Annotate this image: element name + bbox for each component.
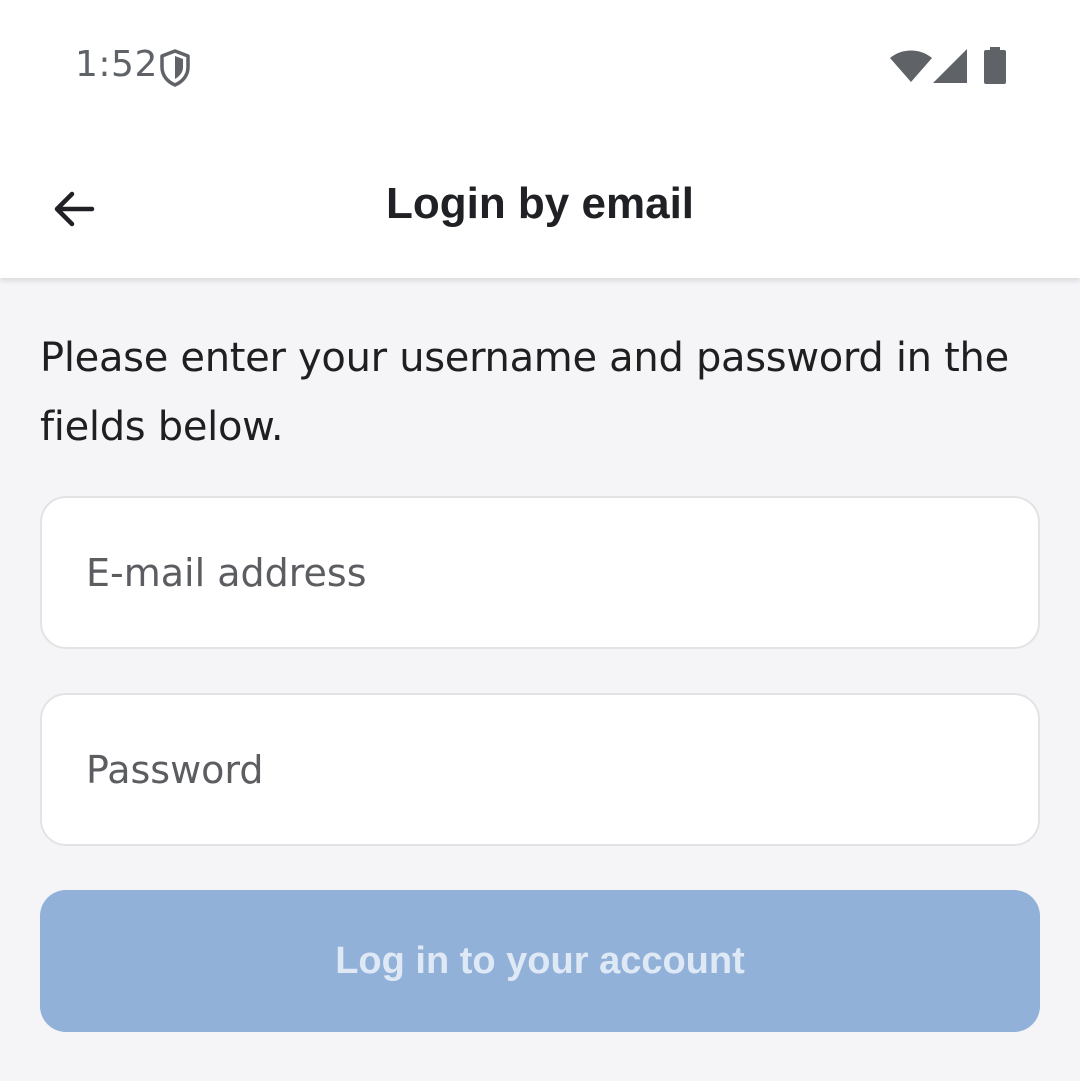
email-field[interactable]: [84, 549, 988, 596]
email-field-container[interactable]: [40, 496, 1040, 649]
login-form: Please enter your username and password …: [40, 278, 1040, 1032]
app-bar: Login by email: [0, 135, 1080, 278]
password-field[interactable]: [84, 746, 988, 793]
page-title: Login by email: [385, 179, 695, 228]
login-button[interactable]: Log in to your account: [40, 890, 1040, 1032]
status-time: 1:52: [75, 44, 158, 85]
wifi-icon: [890, 50, 932, 82]
password-field-container[interactable]: [40, 693, 1040, 846]
shield-icon: [160, 49, 190, 87]
status-bar: 1:52: [0, 0, 1080, 135]
intro-text: Please enter your username and password …: [40, 335, 1009, 450]
battery-icon: [984, 47, 1006, 84]
signal-icon: [933, 49, 967, 83]
